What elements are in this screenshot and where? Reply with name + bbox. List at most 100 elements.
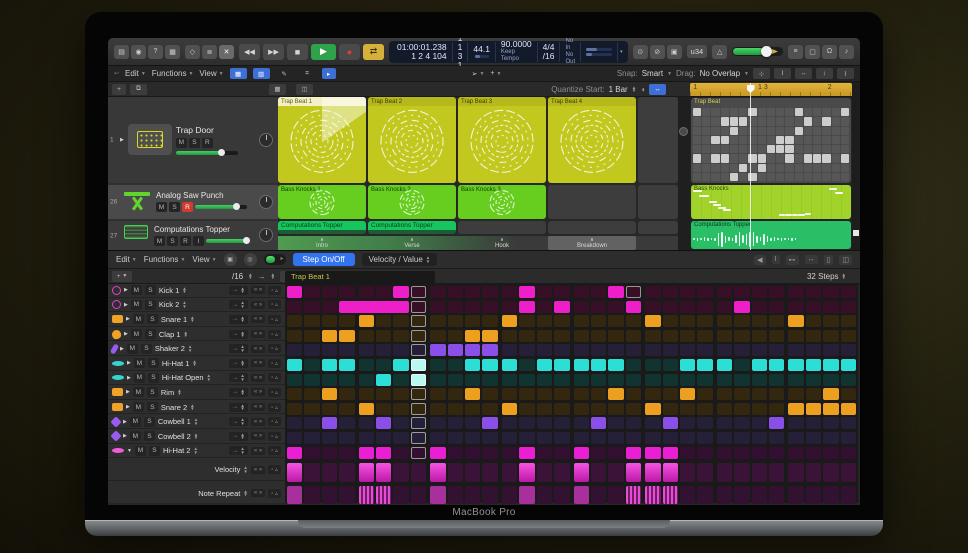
record-enable-button[interactable]: R: [182, 202, 193, 212]
marquee-icon[interactable]: ⌗: [299, 68, 316, 79]
step-cell[interactable]: [322, 417, 337, 429]
step-cell[interactable]: [608, 315, 623, 327]
step-cell[interactable]: [376, 432, 391, 444]
step-cell[interactable]: [841, 374, 856, 386]
step-cell[interactable]: [322, 344, 337, 356]
toolbar-icon[interactable]: ▦: [165, 45, 180, 59]
step-cell[interactable]: [287, 359, 302, 371]
step-cell[interactable]: [554, 315, 569, 327]
playhead-line[interactable]: [750, 83, 751, 250]
bar-ruler[interactable]: 1 1 3 2: [690, 83, 852, 96]
row-extra-control[interactable]: ▫ ▵: [268, 417, 281, 426]
row-stepper[interactable]: ▲▼: [182, 301, 186, 308]
step-cell[interactable]: [663, 315, 678, 327]
velocity-cell[interactable]: [287, 463, 302, 482]
step-cell[interactable]: [752, 417, 767, 429]
loop-cell-empty[interactable]: [638, 221, 678, 234]
row-solo-button[interactable]: S: [145, 300, 156, 310]
note-pads-icon[interactable]: ▢: [805, 45, 820, 59]
master-volume-knob[interactable]: [761, 46, 772, 57]
step-cell[interactable]: [752, 388, 767, 400]
row-disclosure-icon[interactable]: ▼: [127, 448, 132, 454]
row-disclosure-icon[interactable]: ▶: [124, 331, 128, 337]
loops-menu-edit[interactable]: Edit▼: [125, 69, 146, 78]
pattern-length-selector[interactable]: 32 Steps ▲▼: [807, 272, 846, 281]
step-cell[interactable]: [519, 330, 534, 342]
velocity-cell[interactable]: [482, 463, 497, 482]
step-cell[interactable]: [393, 432, 408, 444]
zoom-h-icon[interactable]: ↔: [795, 68, 812, 79]
step-cell[interactable]: [322, 432, 337, 444]
row-name[interactable]: Hi-Hat Open: [162, 373, 204, 382]
row-rotate-control[interactable]: « »: [251, 432, 265, 440]
pan-knob[interactable]: [259, 228, 273, 242]
step-cell[interactable]: [769, 388, 784, 400]
velocity-cell[interactable]: [537, 463, 552, 482]
step-cell[interactable]: [697, 315, 712, 327]
step-cell[interactable]: [304, 374, 319, 386]
step-cell[interactable]: [574, 344, 589, 356]
step-cell[interactable]: [608, 417, 623, 429]
note-repeat-cell[interactable]: [482, 486, 497, 504]
velocity-cell[interactable]: [788, 463, 803, 482]
step-cell[interactable]: [663, 417, 678, 429]
step-cell[interactable]: [482, 403, 497, 415]
row-name[interactable]: Shaker 2: [155, 344, 185, 353]
step-cell[interactable]: [376, 388, 391, 400]
velocity-cell[interactable]: [734, 463, 749, 482]
loop-cell-empty[interactable]: [458, 221, 546, 234]
note-repeat-cell[interactable]: [411, 486, 426, 504]
play-button[interactable]: [311, 44, 336, 60]
step-cell[interactable]: [769, 374, 784, 386]
step-cell[interactable]: [554, 286, 569, 298]
step-cell[interactable]: [339, 403, 354, 415]
row-extra-control[interactable]: ▫ ▵: [268, 344, 281, 353]
step-cell[interactable]: [448, 388, 463, 400]
quick-help-icon[interactable]: ?: [148, 45, 163, 59]
step-cell[interactable]: [734, 286, 749, 298]
step-cell[interactable]: [448, 447, 463, 459]
step-cell[interactable]: [465, 359, 480, 371]
step-cell[interactable]: [430, 403, 445, 415]
divider-toggle-icon[interactable]: [679, 127, 688, 136]
forward-button[interactable]: [263, 44, 284, 60]
step-cell[interactable]: [537, 344, 552, 356]
step-cell[interactable]: [287, 374, 302, 386]
tracks-view-icon[interactable]: ▥: [253, 68, 270, 79]
catch-icon[interactable]: ↔: [805, 255, 818, 264]
step-cell[interactable]: [537, 315, 552, 327]
step-cell[interactable]: [482, 330, 497, 342]
step-cell[interactable]: [626, 344, 641, 356]
row-mute-button[interactable]: M: [131, 285, 142, 295]
row-disclosure-icon[interactable]: ▶: [123, 433, 127, 439]
step-cell[interactable]: [823, 432, 838, 444]
step-cell[interactable]: [574, 286, 589, 298]
record-button[interactable]: [339, 44, 360, 60]
velocity-cell[interactable]: [519, 463, 534, 482]
step-cell[interactable]: [608, 374, 623, 386]
step-cell[interactable]: [376, 359, 391, 371]
velocity-extra-control[interactable]: ▫ ▵: [268, 465, 281, 474]
row-disclosure-icon[interactable]: ▶: [124, 287, 128, 293]
track-icon-box[interactable]: [128, 124, 172, 155]
step-cell[interactable]: [376, 301, 391, 313]
step-cell[interactable]: [411, 447, 426, 459]
step-cell[interactable]: [841, 417, 856, 429]
step-cell[interactable]: [663, 447, 678, 459]
solo-button[interactable]: S: [169, 202, 180, 212]
step-cell[interactable]: [806, 403, 821, 415]
snap-value[interactable]: Smart: [642, 69, 663, 78]
step-cell[interactable]: [287, 447, 302, 459]
step-cell[interactable]: [448, 315, 463, 327]
step-cell[interactable]: [626, 374, 641, 386]
track-name[interactable]: Analog Saw Punch: [156, 191, 247, 200]
note-repeat-cell[interactable]: [322, 486, 337, 504]
velocity-rotate-control[interactable]: « »: [251, 466, 265, 474]
step-cell[interactable]: [663, 403, 678, 415]
step-cell[interactable]: [823, 330, 838, 342]
region-bass-knocks[interactable]: Bass Knocks: [691, 185, 851, 219]
step-cell[interactable]: [359, 447, 374, 459]
row-stepper[interactable]: ▲▼: [194, 433, 198, 440]
step-cell[interactable]: [574, 432, 589, 444]
step-cell[interactable]: [769, 447, 784, 459]
